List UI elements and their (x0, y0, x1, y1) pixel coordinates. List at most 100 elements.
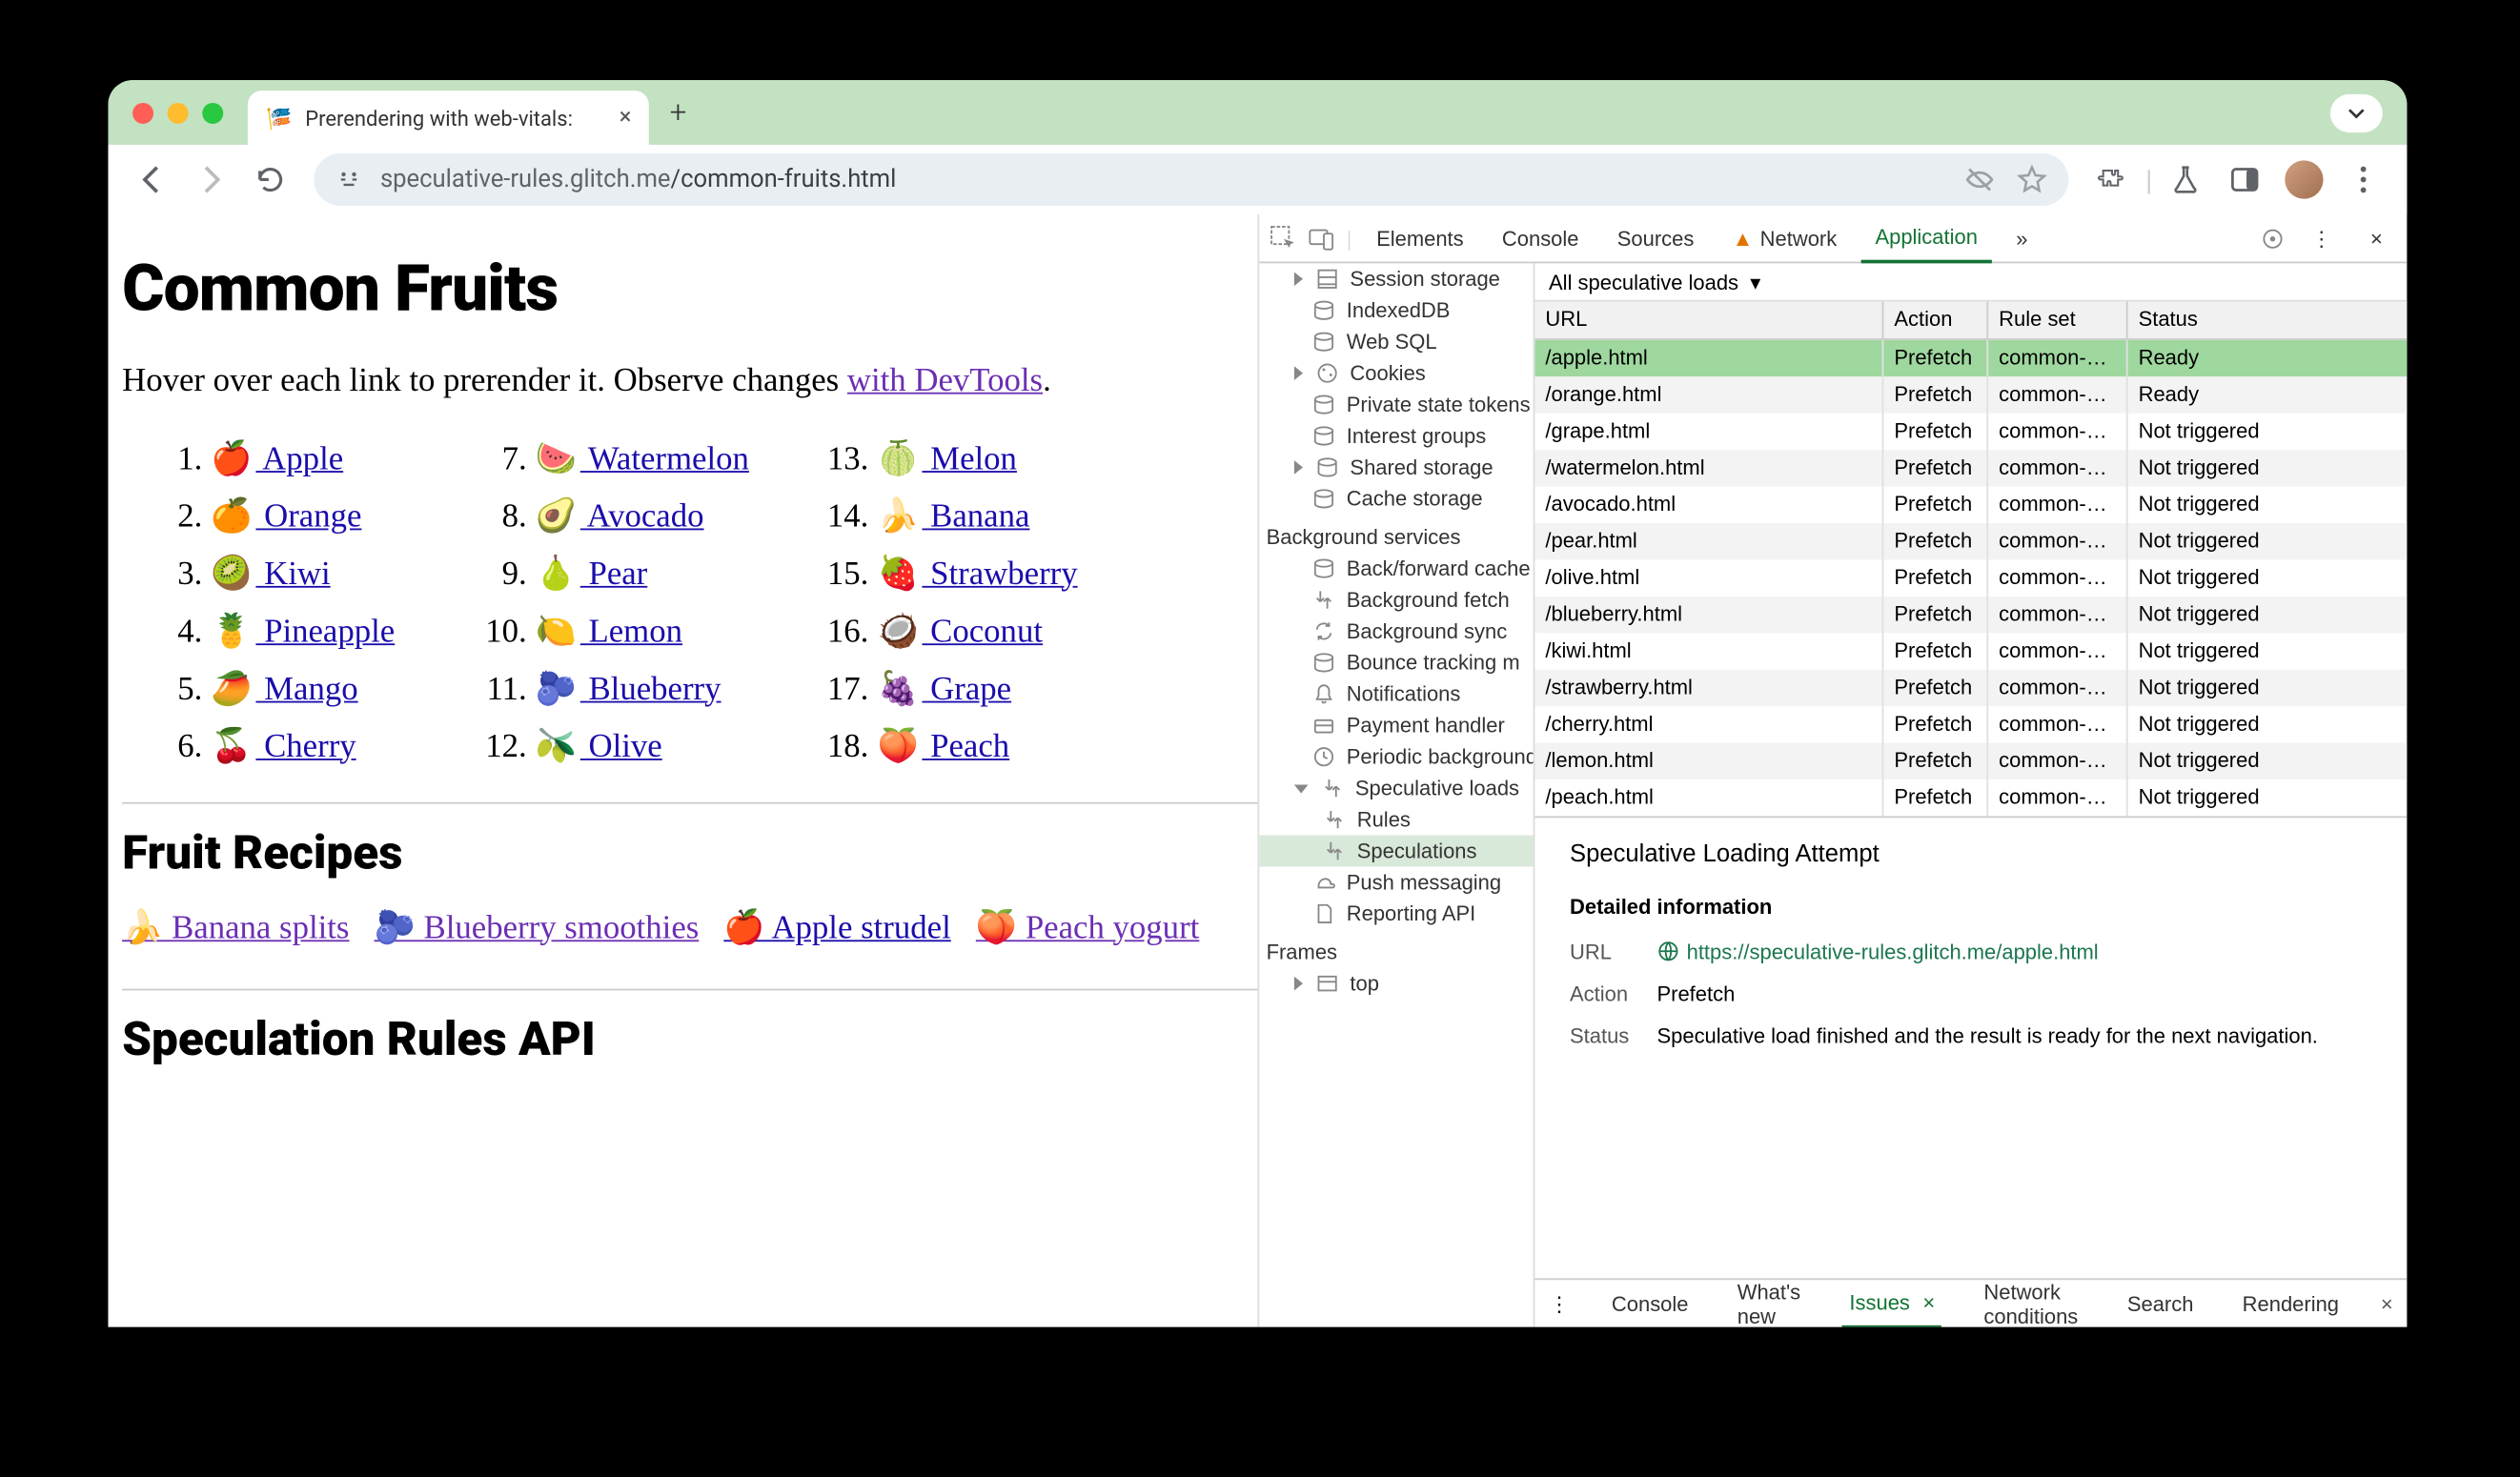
table-row[interactable]: /olive.htmlPrefetchcommon-…Not triggered (1534, 559, 2407, 596)
sidebar-frame-top[interactable]: top (1259, 968, 1533, 1000)
fruit-link[interactable]: 🍒 Cherry (211, 725, 356, 767)
table-row[interactable]: /strawberry.htmlPrefetchcommon-…Not trig… (1534, 670, 2407, 706)
sidebar-cache-storage[interactable]: Cache storage (1259, 483, 1533, 515)
reload-button[interactable] (244, 153, 296, 206)
drawer-tab-search[interactable]: Search (2121, 1279, 2201, 1326)
fruit-link[interactable]: 🍇 Grape (877, 667, 1011, 709)
sidebar-websql[interactable]: Web SQL (1259, 326, 1533, 357)
sidebar-private-tokens[interactable]: Private state tokens (1259, 389, 1533, 420)
sidebar-bgsync[interactable]: Background sync (1259, 616, 1533, 647)
drawer-tab-console[interactable]: Console (1605, 1279, 1696, 1326)
table-row[interactable]: /lemon.htmlPrefetchcommon-…Not triggered (1534, 743, 2407, 779)
inspect-icon[interactable] (1270, 224, 1297, 252)
labs-button[interactable] (2160, 153, 2212, 206)
sidebar-indexeddb[interactable]: IndexedDB (1259, 294, 1533, 326)
sidebar-interest-groups[interactable]: Interest groups (1259, 420, 1533, 452)
drawer-close-icon[interactable]: × (2381, 1291, 2393, 1316)
recipe-link[interactable]: 🫐 Blueberry smoothies (375, 910, 700, 946)
fruit-link[interactable]: 🍎 Apple (211, 437, 343, 479)
fruit-link[interactable]: 🫒 Olive (536, 725, 662, 767)
sidebar-periodic[interactable]: Periodic background (1259, 741, 1533, 773)
close-tab-icon[interactable]: × (620, 105, 632, 131)
table-row[interactable]: /pear.htmlPrefetchcommon-…Not triggered (1534, 523, 2407, 559)
sidebar-shared-storage[interactable]: Shared storage (1259, 452, 1533, 483)
bookmark-star-icon[interactable] (2017, 164, 2048, 195)
close-window-icon[interactable] (132, 102, 153, 123)
sidebar-payment[interactable]: Payment handler (1259, 710, 1533, 741)
fruit-link[interactable]: 🥝 Kiwi (211, 552, 330, 594)
new-tab-button[interactable]: + (670, 95, 687, 131)
table-row[interactable]: /apple.htmlPrefetchcommon-…Ready (1534, 340, 2407, 376)
profile-avatar[interactable] (2278, 153, 2330, 206)
col-status[interactable]: Status (2128, 302, 2408, 338)
filter-dropdown[interactable]: All speculative loads ▾ (1534, 263, 2407, 301)
drawer-tab-netcond[interactable]: Network conditions (1977, 1279, 2085, 1326)
table-row[interactable]: /cherry.htmlPrefetchcommon-…Not triggere… (1534, 706, 2407, 742)
sidebar-bfcache[interactable]: Back/forward cache (1259, 553, 1533, 584)
extensions-button[interactable] (2086, 153, 2139, 206)
site-info-icon[interactable] (335, 166, 362, 193)
drawer-tab-issues[interactable]: Issues × (1842, 1279, 1941, 1326)
fruit-link[interactable]: 🍓 Strawberry (877, 552, 1077, 594)
fruit-link[interactable]: 🍋 Lemon (536, 610, 682, 652)
minimize-window-icon[interactable] (168, 102, 189, 123)
side-panel-button[interactable] (2219, 153, 2271, 206)
fruit-link[interactable]: 🍈 Melon (877, 437, 1016, 479)
gear-icon[interactable] (2259, 224, 2286, 252)
kebab-icon[interactable]: ⋮ (2297, 213, 2346, 262)
fruit-link[interactable]: 🍍 Pineapple (211, 610, 395, 652)
fruit-link[interactable]: 🫐 Blueberry (536, 667, 721, 709)
tab-network[interactable]: ▲Network (1718, 213, 1851, 262)
table-row[interactable]: /watermelon.htmlPrefetchcommon-…Not trig… (1534, 450, 2407, 486)
col-ruleset[interactable]: Rule set (1988, 302, 2127, 338)
menu-button[interactable] (2337, 153, 2389, 206)
fruit-link[interactable]: 🥑 Avocado (536, 495, 704, 536)
overflow-menu-button[interactable] (2330, 93, 2383, 132)
tab-sources[interactable]: Sources (1603, 213, 1708, 262)
col-url[interactable]: URL (1534, 302, 1883, 338)
fruit-link[interactable]: 🍊 Orange (211, 495, 361, 536)
sidebar-reporting[interactable]: Reporting API (1259, 898, 1533, 929)
fruit-link[interactable]: 🍐 Pear (536, 552, 647, 594)
fruit-link[interactable]: 🍌 Banana (877, 495, 1029, 536)
table-row[interactable]: /grape.htmlPrefetchcommon-…Not triggered (1534, 414, 2407, 450)
fruit-link[interactable]: 🥭 Mango (211, 667, 357, 709)
fruit-link[interactable]: 🍉 Watermelon (536, 437, 749, 479)
devtools-link[interactable]: with DevTools (847, 363, 1043, 399)
recipe-link[interactable]: 🍎 Apple strudel (723, 910, 950, 946)
sidebar-bounce[interactable]: Bounce tracking m (1259, 647, 1533, 678)
drawer-tab-whatsnew[interactable]: What's new (1730, 1279, 1807, 1326)
drawer-tab-rendering[interactable]: Rendering (2235, 1279, 2346, 1326)
recipe-link[interactable]: 🍑 Peach yogurt (976, 910, 1199, 946)
sidebar-notifications[interactable]: Notifications (1259, 678, 1533, 710)
forward-button[interactable] (185, 153, 237, 206)
tab-console[interactable]: Console (1488, 213, 1593, 262)
zoom-window-icon[interactable] (202, 102, 223, 123)
sidebar-speculations[interactable]: Speculations (1259, 836, 1533, 867)
sidebar-push[interactable]: Push messaging (1259, 867, 1533, 899)
tab-more[interactable]: » (2002, 213, 2042, 262)
sidebar-session-storage[interactable]: Session storage (1259, 263, 1533, 294)
col-action[interactable]: Action (1883, 302, 1988, 338)
drawer-kebab-icon[interactable]: ⋮ (1549, 1291, 1570, 1316)
browser-tab[interactable]: 🎏 Prerendering with web-vitals: × (248, 90, 649, 146)
device-icon[interactable] (1309, 224, 1336, 252)
back-button[interactable] (126, 153, 178, 206)
table-row[interactable]: /orange.htmlPrefetchcommon-…Ready (1534, 376, 2407, 413)
table-row[interactable]: /peach.htmlPrefetchcommon-…Not triggered (1534, 779, 2407, 816)
tab-elements[interactable]: Elements (1362, 213, 1477, 262)
sidebar-rules[interactable]: Rules (1259, 804, 1533, 836)
table-row[interactable]: /kiwi.htmlPrefetchcommon-…Not triggered (1534, 633, 2407, 669)
eye-off-icon[interactable] (1964, 164, 1996, 195)
close-devtools-icon[interactable]: × (2356, 213, 2396, 262)
fruit-link[interactable]: 🍑 Peach (877, 725, 1009, 767)
address-bar[interactable]: speculative-rules.glitch.me/common-fruit… (314, 153, 2068, 206)
fruit-link[interactable]: 🥥 Coconut (877, 610, 1043, 652)
sidebar-cookies[interactable]: Cookies (1259, 357, 1533, 389)
sidebar-speculative-loads[interactable]: Speculative loads (1259, 773, 1533, 804)
table-row[interactable]: /avocado.htmlPrefetchcommon-…Not trigger… (1534, 487, 2407, 523)
table-row[interactable]: /blueberry.htmlPrefetchcommon-…Not trigg… (1534, 597, 2407, 633)
tab-application[interactable]: Application (1861, 213, 1992, 262)
recipe-link[interactable]: 🍌 Banana splits (122, 910, 349, 946)
detail-url-link[interactable]: https://speculative-rules.glitch.me/appl… (1687, 940, 2099, 964)
